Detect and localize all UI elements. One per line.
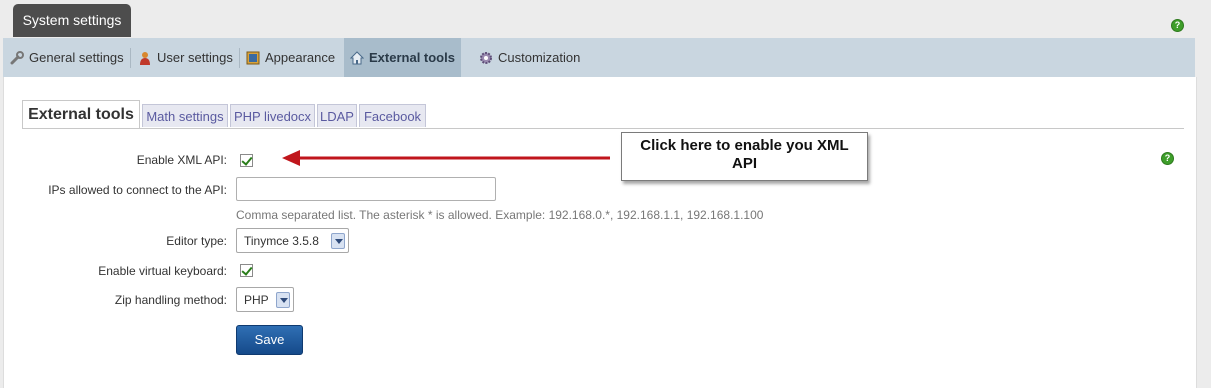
enable-xml-api-label: Enable XML API: xyxy=(136,153,227,167)
nav-external-tools[interactable]: External tools xyxy=(344,38,461,77)
nav-user-settings[interactable]: User settings xyxy=(138,38,233,77)
chevron-down-icon xyxy=(331,233,345,249)
nav-label: General settings xyxy=(29,50,124,65)
ips-allowed-label: IPs allowed to connect to the API: xyxy=(48,183,227,197)
subtab-external-tools[interactable]: External tools xyxy=(22,100,140,128)
editor-type-value: Tinymce 3.5.8 xyxy=(244,233,319,248)
home-icon xyxy=(349,50,365,65)
enable-xml-api-checkbox[interactable] xyxy=(240,154,253,167)
subtab-php-livedocx[interactable]: PHP livedocx xyxy=(230,104,315,127)
top-navigation: General settings User settings Appearanc… xyxy=(3,38,1195,77)
nav-label: Appearance xyxy=(265,50,336,65)
help-icon[interactable]: ? xyxy=(1171,19,1184,32)
nav-customization[interactable]: Customization xyxy=(479,38,580,77)
wrench-icon xyxy=(10,50,24,65)
subtab-facebook[interactable]: Facebook xyxy=(359,104,426,127)
save-button[interactable]: Save xyxy=(236,325,303,355)
zip-method-label: Zip handling method: xyxy=(114,293,227,307)
settings-panel: External tools Math settings PHP livedoc… xyxy=(3,77,1197,388)
nav-divider xyxy=(239,48,240,68)
subtab-math-settings[interactable]: Math settings xyxy=(142,104,228,127)
nav-divider xyxy=(130,48,131,68)
zip-method-value: PHP xyxy=(244,292,269,307)
subtab-ldap[interactable]: LDAP xyxy=(317,104,357,127)
nav-label: User settings xyxy=(157,50,233,65)
nav-general-settings[interactable]: General settings xyxy=(10,38,124,77)
window-title-tab: System settings xyxy=(13,4,131,37)
virtual-keyboard-checkbox[interactable] xyxy=(240,264,253,277)
gear-icon xyxy=(479,51,493,65)
chevron-down-icon xyxy=(276,292,290,308)
nav-label: Customization xyxy=(498,50,581,65)
editor-type-select[interactable]: Tinymce 3.5.8 xyxy=(236,228,349,253)
editor-type-label: Editor type: xyxy=(166,234,227,248)
zip-method-select[interactable]: PHP xyxy=(236,287,294,312)
ips-allowed-hint: Comma separated list. The asterisk * is … xyxy=(236,208,764,222)
picture-frame-icon xyxy=(246,51,260,65)
nav-appearance[interactable]: Appearance xyxy=(246,38,335,77)
user-icon xyxy=(138,51,152,65)
ips-allowed-input[interactable] xyxy=(236,177,496,201)
virtual-keyboard-label: Enable virtual keyboard: xyxy=(98,264,227,278)
subtab-divider xyxy=(22,128,1184,129)
help-icon[interactable]: ? xyxy=(1161,152,1174,165)
annotation-callout: Click here to enable you XML API xyxy=(621,132,868,181)
nav-label: External tools xyxy=(369,50,455,65)
